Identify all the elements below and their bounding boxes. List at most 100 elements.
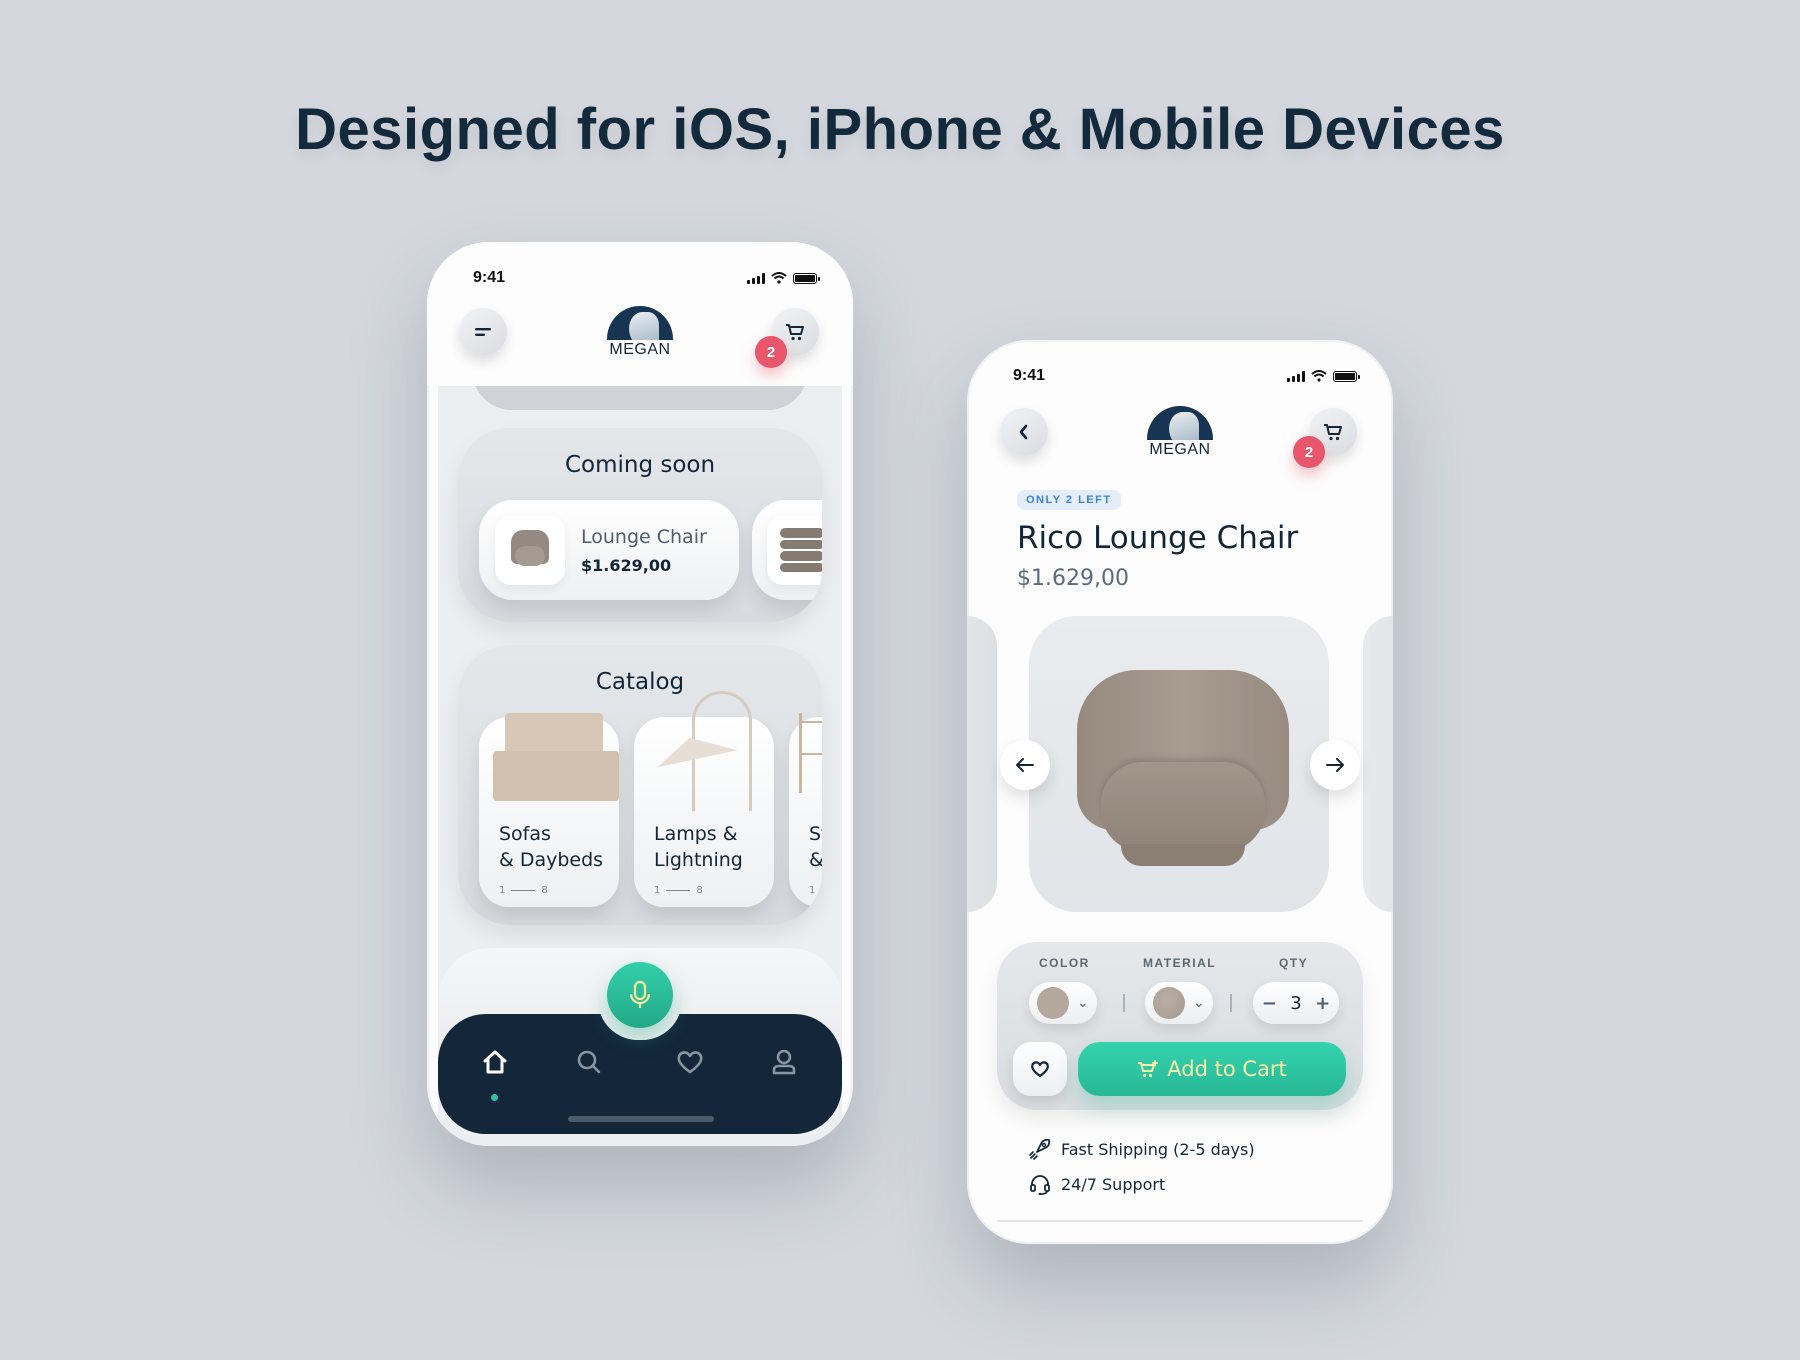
headline: Designed for iOS, iPhone & Mobile Device…	[295, 97, 1505, 162]
feature-support: 24/7 Support	[1029, 1173, 1165, 1195]
microphone-icon	[629, 980, 651, 1008]
catalog-section: Catalog Sofas & Daybeds 18 Lamps & Lightni…	[458, 645, 822, 925]
category-pager: 1	[809, 885, 822, 896]
section-title: Coming soon	[564, 452, 716, 478]
rocket-icon	[1029, 1138, 1051, 1160]
category-pager: 18	[654, 885, 703, 896]
product-image-gallery	[1029, 616, 1329, 912]
tab-profile[interactable]	[764, 1042, 804, 1082]
material-select[interactable]: ⌄	[1145, 982, 1213, 1024]
qty-label: QTY	[1279, 956, 1309, 970]
battery-icon	[793, 272, 820, 284]
category-card-lamps[interactable]: Lamps & Lightning 18	[634, 691, 774, 907]
favorite-button[interactable]	[1013, 1042, 1067, 1096]
menu-button[interactable]	[459, 308, 507, 356]
user-icon	[772, 1049, 796, 1075]
add-to-cart-label: Add to Cart	[1167, 1057, 1287, 1081]
logo-text: MEGAN	[609, 341, 671, 358]
quantity-stepper: − 3 +	[1253, 982, 1339, 1024]
home-screen-phone: 9:41 MEGAN 2 Coming soon Lounge Chair $1…	[427, 242, 853, 1146]
cart-count-badge: 2	[1293, 436, 1325, 468]
feature-text: 24/7 Support	[1061, 1174, 1166, 1194]
home-icon	[483, 1050, 507, 1074]
lounge-chair-image	[509, 530, 551, 570]
product-thumbnail	[495, 515, 565, 585]
shelf-image	[799, 713, 822, 793]
color-swatch	[1037, 987, 1069, 1019]
logo-mark-icon	[1147, 406, 1213, 440]
category-pager: 18	[499, 885, 548, 896]
wifi-icon	[771, 272, 787, 284]
lamp-image	[644, 691, 764, 811]
add-to-cart-button[interactable]: Add to Cart	[1078, 1042, 1346, 1096]
status-bar: 9:41	[473, 268, 820, 288]
material-label: MATERIAL	[1143, 956, 1217, 970]
rico-chair-image	[1077, 670, 1289, 870]
gallery-next-slide[interactable]	[1363, 616, 1393, 912]
divider	[997, 1220, 1363, 1222]
logo-text: MEGAN	[1149, 441, 1211, 458]
color-select[interactable]: ⌄	[1029, 982, 1097, 1024]
section-title: Catalog	[595, 669, 685, 695]
heart-icon	[677, 1051, 703, 1074]
stock-tag: ONLY 2 LEFT	[1017, 490, 1121, 510]
color-label: COLOR	[1039, 956, 1090, 970]
battery-icon	[1333, 370, 1360, 382]
headset-icon	[1030, 1175, 1050, 1195]
coming-soon-item[interactable]: Lounge Chair $1.629,00	[479, 500, 739, 600]
arrow-right-icon	[1326, 758, 1344, 772]
sofa-image	[493, 713, 619, 803]
active-tab-indicator	[491, 1094, 498, 1101]
product-thumbnail	[767, 515, 822, 585]
coming-soon-section: Coming soon Lounge Chair $1.629,00	[458, 428, 822, 622]
feature-text: Fast Shipping (2-5 days)	[1061, 1139, 1255, 1159]
menu-icon	[475, 328, 491, 336]
item-price: $1.629,00	[581, 556, 672, 575]
category-label: Sofas & Daybeds	[499, 823, 604, 871]
feature-fast-shipping: Fast Shipping (2-5 days)	[1029, 1138, 1255, 1160]
chevron-down-icon: ⌄	[1077, 995, 1089, 1011]
logo-mark-icon	[607, 306, 673, 340]
pouf-image	[780, 528, 822, 572]
category-label: Stor& Sl	[809, 823, 822, 871]
material-swatch	[1153, 987, 1185, 1019]
gallery-prev-slide[interactable]	[967, 616, 997, 912]
product-price: $1.629,00	[1017, 566, 1129, 591]
status-time: 9:41	[473, 269, 506, 286]
qty-value: 3	[1290, 992, 1302, 1014]
cart-count-badge: 2	[755, 336, 787, 368]
voice-search-button[interactable]	[607, 962, 673, 1028]
category-card-storage[interactable]: Stor& Sl 1	[789, 713, 822, 907]
megan-logo: MEGAN	[600, 306, 680, 359]
chevron-down-icon: ⌄	[1193, 995, 1205, 1011]
signal-icon	[1287, 370, 1305, 382]
status-time: 9:41	[1013, 367, 1046, 384]
cart-icon	[786, 324, 804, 341]
home-indicator	[568, 1116, 714, 1122]
back-button[interactable]	[1000, 408, 1048, 456]
wifi-icon	[1311, 370, 1327, 382]
qty-decrease-button[interactable]: −	[1262, 993, 1277, 1014]
product-options-panel: COLOR MATERIAL QTY ⌄ ⌄ − 3 + Add to Cart	[997, 942, 1363, 1110]
tab-search[interactable]	[569, 1042, 609, 1082]
status-bar: 9:41	[1013, 366, 1360, 386]
cart-add-icon	[1138, 1060, 1159, 1078]
divider	[1230, 994, 1232, 1012]
arrow-left-icon	[1016, 758, 1034, 772]
cart-icon	[1324, 424, 1342, 441]
megan-logo: MEGAN	[1140, 406, 1220, 459]
chevron-left-icon	[1019, 424, 1028, 440]
coming-soon-item[interactable]	[752, 500, 822, 600]
tab-favorites[interactable]	[670, 1042, 710, 1082]
search-icon	[577, 1050, 601, 1074]
divider	[1123, 994, 1125, 1012]
gallery-prev-button[interactable]	[1000, 740, 1050, 790]
tab-home[interactable]	[475, 1042, 515, 1082]
item-name: Lounge Chair	[581, 526, 707, 548]
category-label: Lamps & Lightning	[654, 823, 743, 871]
qty-increase-button[interactable]: +	[1315, 993, 1330, 1014]
gallery-next-button[interactable]	[1310, 740, 1360, 790]
product-title: Rico Lounge Chair	[1017, 520, 1299, 556]
category-card-sofas[interactable]: Sofas & Daybeds 18	[479, 713, 619, 907]
signal-icon	[747, 272, 765, 284]
